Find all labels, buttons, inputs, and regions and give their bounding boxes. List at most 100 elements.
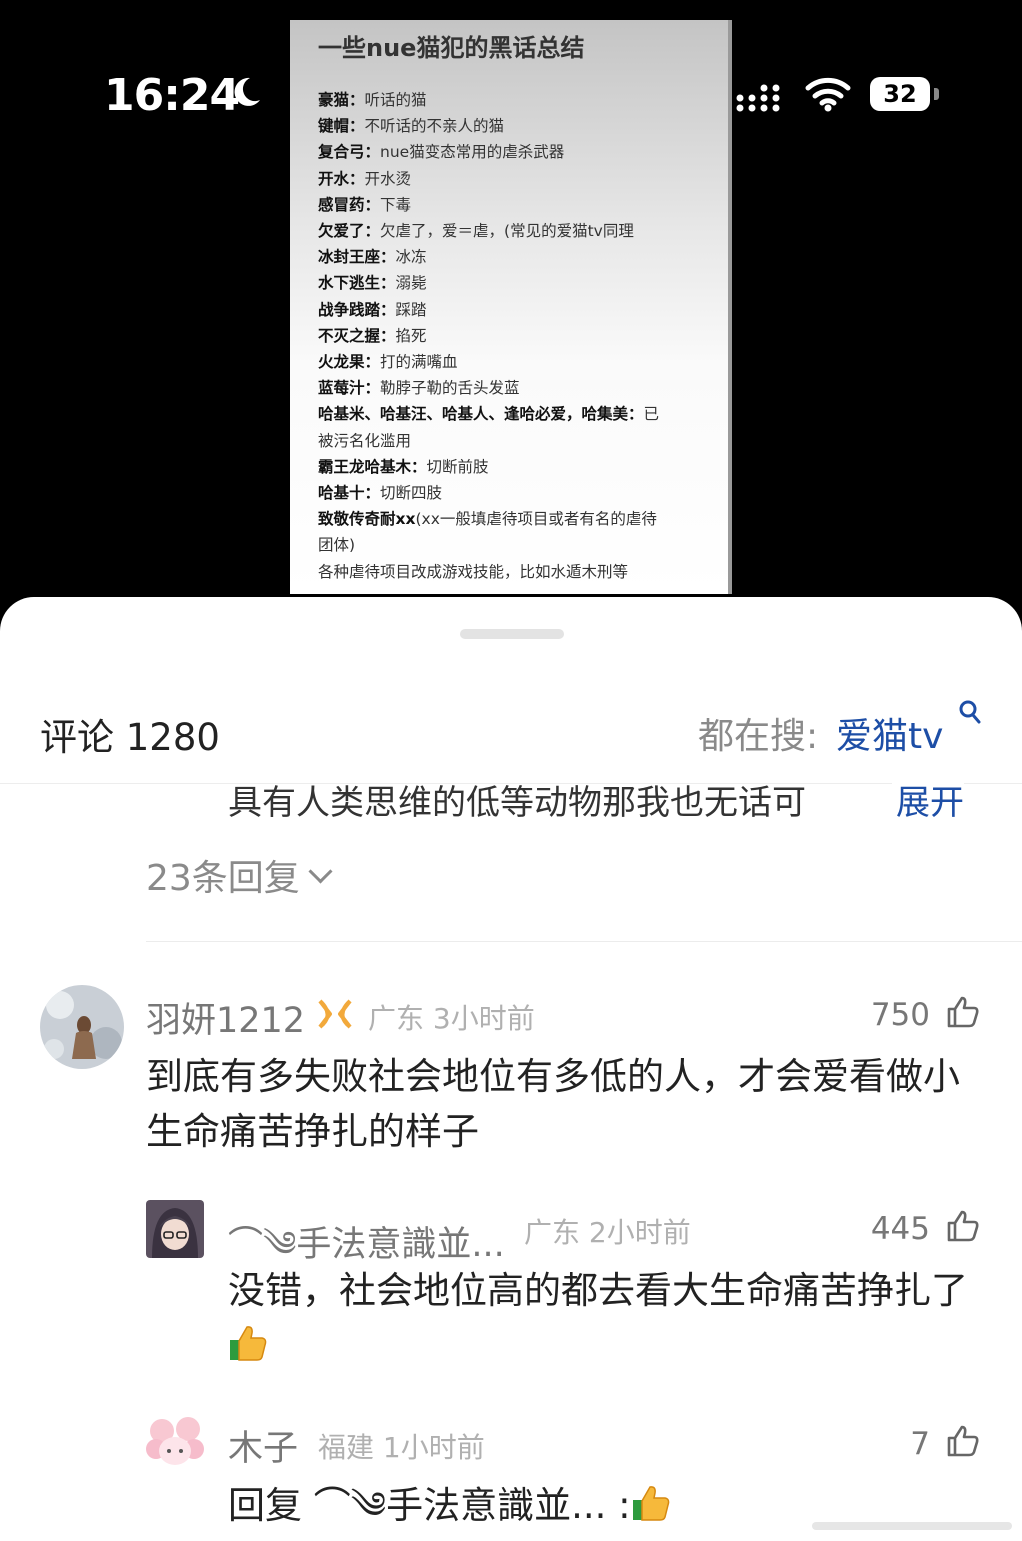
comment-text: 到底有多失败社会地位有多低的人，才会爱看做小生命痛苦挣扎的样子 [146,1055,960,1153]
search-icon[interactable] [958,699,982,725]
term-meaning: 冰冻 [395,248,427,267]
term-label: 感冒药： [318,195,381,214]
term-label: 哈基米、哈基汪、哈基人、逢哈必爱，哈集美： [318,405,644,424]
term-label: 不灭之握： [318,326,396,345]
thumbs-up-icon[interactable] [946,995,980,1029]
thumbs-up-emoji-icon [632,1486,669,1521]
avatar[interactable] [146,1200,204,1258]
term-label: 键帽： [318,117,365,136]
post-image-line: 致敬传奇耐xx(xx一般填虐待项目或者有名的虐待 [318,506,728,532]
avatar[interactable] [146,1415,204,1473]
term-label: 复合弓： [318,143,381,162]
term-meaning: 开水烫 [364,169,412,188]
term-meaning: 下毒 [380,195,412,214]
sheet-drag-handle[interactable] [460,629,564,639]
post-image-line: 冰封王座：冰冻 [318,244,728,270]
post-image-line: 哈基米、哈基汪、哈基人、逢哈必爱，哈集美：已 [318,401,728,427]
comment-count: 评论 1280 [40,716,220,759]
comment-header: 评论 1280 都在搜: 爱猫tv [0,687,1022,784]
cellular-signal-icon [736,84,780,112]
comment-location: 广东 [368,1002,425,1035]
term-meaning: 已 [643,405,660,424]
like-count: 750 [870,997,930,1033]
trending-search-label: 都在搜: [698,716,819,757]
reply-to-user[interactable]: ⌒༄手法意識並... [314,1484,607,1527]
term-meaning: 欠虐了，爱＝虐，(常见的爱猫tv同理 [380,222,634,241]
comment-meta: 广东 3小时前 [368,997,535,1037]
post-image-line: 被污名化滥用 [318,428,728,454]
post-image-title: 一些nue猫犯的黑话总结 [318,34,585,62]
expand-link[interactable]: 展开 [892,775,964,824]
post-image-line: 复合弓：nue猫变态常用的虐杀武器 [318,139,728,165]
comment-meta: 广东 2小时前 [524,1211,691,1251]
term-meaning: nue猫变态常用的虐杀武器 [380,143,565,162]
term-meaning: 被污名化滥用 [318,431,412,450]
term-label: 火龙果： [318,353,381,372]
thumbs-up-icon[interactable] [946,1209,980,1243]
term-meaning: 切断前肢 [426,457,489,476]
post-image-line: 各种虐待项目改成游戏技能，比如水遁木刑等 [318,559,728,585]
vip-ribbon-badge-icon [318,999,352,1029]
comment-time: 2小时前 [588,1216,691,1249]
term-meaning: 打的满嘴血 [380,353,458,372]
comment-sheet: 评论 1280 都在搜: 爱猫tv 具有人类思维的低等动物那我也无话可 展开 2… [0,597,1022,1541]
chevron-down-icon [308,859,333,884]
comment-time: 1小时前 [382,1431,485,1464]
term-meaning: 勒脖子勒的舌头发蓝 [380,379,520,398]
comment-location: 广东 [524,1216,581,1249]
term-label: 冰封王座： [318,248,396,267]
post-image[interactable]: 一些nue猫犯的黑话总结 豪猫：听话的猫 键帽：不听话的不亲人的猫 复合弓：nue猫… [290,20,732,594]
post-image-line: 水下逃生：溺毙 [318,270,728,296]
term-label: 战争践踏： [318,300,396,319]
comment-location: 福建 [318,1431,375,1464]
status-time: 16:24 [104,70,240,121]
like-count: 7 [910,1426,930,1462]
term-label: 豪猫： [318,91,365,109]
home-indicator [812,1522,1012,1530]
term-meaning: (xx一般填虐待项目或者有名的虐待 [415,510,657,529]
previous-comment-text: 具有人类思维的低等动物那我也无话可 [228,783,806,823]
thumbs-up-emoji-icon [230,1326,267,1361]
term-label: 水下逃生： [318,274,396,293]
comment-meta: 福建 1小时前 [318,1426,485,1466]
avatar[interactable] [40,985,124,1069]
term-label: 蓝莓汁： [318,379,381,398]
wifi-icon [805,77,851,112]
battery-nub [934,88,939,100]
comment-text: 没错，社会地位高的都去看大生命痛苦挣扎了 [228,1263,988,1373]
post-image-line: 战争践踏：踩踏 [318,297,728,323]
post-image-line: 键帽：不听话的不亲人的猫 [318,113,728,139]
post-image-line: 蓝莓汁：勒脖子勒的舌头发蓝 [318,375,728,401]
post-image-line: 哈基十：切断四肢 [318,480,728,506]
post-image-line: 不灭之握：掐死 [318,323,728,349]
reply-suffix: : [618,1484,631,1527]
replies-toggle[interactable]: 23条回复 [146,849,333,901]
post-image-line: 团体) [318,532,728,558]
term-meaning: 各种虐待项目改成游戏技能，比如水遁木刑等 [318,562,629,581]
post-image-line: 欠爱了：欠虐了，爱＝虐，(常见的爱猫tv同理 [318,218,728,244]
reply-prefix: 回复 [228,1484,302,1527]
term-label: 欠爱了： [318,222,381,241]
post-image-lines: 豪猫：听话的猫 键帽：不听话的不亲人的猫 复合弓：nue猫变态常用的虐杀武器 开水：开… [318,87,728,585]
avatar-image [146,1200,204,1258]
comment-time: 3小时前 [432,1002,535,1035]
moon-icon [234,77,260,106]
thumbs-up-icon[interactable] [946,1424,980,1458]
term-label: 哈基十： [318,484,381,503]
like-count: 445 [870,1211,930,1247]
avatar-image [146,1415,204,1473]
comment-username[interactable]: 木子 [228,1420,298,1471]
term-label: 霸王龙哈基木： [318,457,427,476]
term-label: 致敬传奇耐xx [318,510,416,529]
comment-username[interactable]: 羽妍1212 [146,992,305,1043]
term-meaning: 团体) [318,536,356,555]
post-image-line: 感冒药：下毒 [318,192,728,218]
trending-search-link[interactable]: 爱猫tv [836,707,943,759]
term-meaning: 不听话的不亲人的猫 [364,117,505,136]
comment-text-content: 没错，社会地位高的都去看大生命痛苦挣扎了 [228,1269,968,1312]
term-meaning: 切断四肢 [380,484,443,503]
replies-toggle-label: 23条回复 [146,858,300,899]
term-meaning: 掐死 [395,326,427,345]
term-meaning: 溺毙 [395,274,427,293]
term-label: 开水： [318,169,365,188]
